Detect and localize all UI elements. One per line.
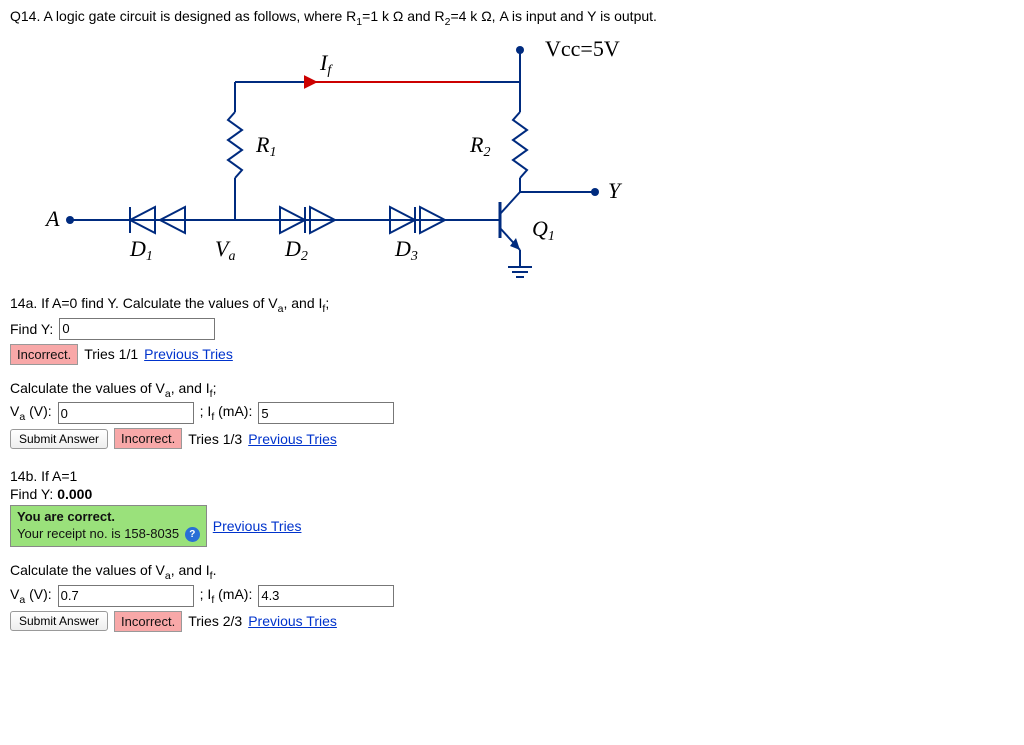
If-label: ; If (mA):: [200, 586, 253, 606]
part-a-submit-row: Submit Answer Incorrect. Tries 1/3 Previ…: [10, 427, 1014, 450]
incorrect-badge: Incorrect.: [114, 611, 182, 632]
findY-label: Find Y:: [10, 486, 53, 502]
part-b-heading: 14b. If A=1: [10, 468, 1014, 484]
previous-tries-link[interactable]: Previous Tries: [144, 346, 233, 362]
question-text: Q14. A logic gate circuit is designed as…: [10, 8, 1014, 28]
incorrect-badge: Incorrect.: [10, 344, 78, 365]
label-Q1: Q1: [532, 216, 555, 244]
circuit-diagram: Vcc=5V If R1 R2 Y Q1 A D1 Va: [10, 32, 1014, 285]
part-b-calc-row: Va (V): ; If (mA):: [10, 584, 1014, 608]
part-a-calc-row: Va (V): ; If (mA):: [10, 401, 1014, 425]
part-b-Va-input[interactable]: [58, 585, 194, 607]
label-R2: R2: [469, 132, 490, 160]
part-a-calc-heading: Calculate the values of Va, and If;: [10, 380, 1014, 400]
label-If: If: [319, 50, 333, 78]
label-D2: D2: [284, 236, 308, 264]
submit-button[interactable]: Submit Answer: [10, 429, 108, 449]
findY-label: Find Y:: [10, 321, 53, 337]
part-a-heading: 14a. If A=0 find Y. Calculate the values…: [10, 295, 1014, 315]
part-b-submit-row: Submit Answer Incorrect. Tries 2/3 Previ…: [10, 610, 1014, 633]
circuit-svg: Vcc=5V If R1 R2 Y Q1 A D1 Va: [10, 32, 650, 282]
label-Va: Va: [215, 236, 235, 264]
label-D1: D1: [129, 236, 153, 264]
part-14a: 14a. If A=0 find Y. Calculate the values…: [10, 295, 1014, 451]
part-b-correct-row: You are correct. Your receipt no. is 158…: [10, 504, 1014, 548]
submit-button[interactable]: Submit Answer: [10, 611, 108, 631]
label-R1: R1: [255, 132, 276, 160]
tries-text: Tries 1/1: [84, 346, 138, 362]
help-icon[interactable]: ?: [185, 527, 200, 542]
part-b-If-input[interactable]: [258, 585, 394, 607]
previous-tries-link[interactable]: Previous Tries: [248, 613, 337, 629]
previous-tries-link[interactable]: Previous Tries: [248, 431, 337, 447]
part-a-Va-input[interactable]: [58, 402, 194, 424]
previous-tries-link[interactable]: Previous Tries: [213, 518, 302, 534]
part-a-feedback-1: Incorrect. Tries 1/1 Previous Tries: [10, 343, 1014, 366]
label-vcc: Vcc=5V: [545, 36, 620, 61]
tries-text: Tries 1/3: [188, 431, 242, 447]
findY-value: 0.000: [57, 486, 92, 502]
Va-label: Va (V):: [10, 586, 52, 606]
incorrect-badge: Incorrect.: [114, 428, 182, 449]
tries-text: Tries 2/3: [188, 613, 242, 629]
label-D3: D3: [394, 236, 418, 264]
Va-label: Va (V):: [10, 403, 52, 423]
part-a-If-input[interactable]: [258, 402, 394, 424]
part-a-findY-input[interactable]: [59, 318, 215, 340]
label-Y: Y: [608, 178, 623, 203]
part-a-findY-row: Find Y:: [10, 317, 1014, 341]
part-b-findY-row: Find Y: 0.000: [10, 486, 1014, 502]
part-b-calc-heading: Calculate the values of Va, and If.: [10, 562, 1014, 582]
q-prefix: Q14. A logic gate circuit is designed as…: [10, 8, 356, 24]
correct-badge: You are correct. Your receipt no. is 158…: [10, 505, 207, 547]
label-A: A: [44, 206, 60, 231]
If-label: ; If (mA):: [200, 403, 253, 423]
part-14b: 14b. If A=1 Find Y: 0.000 You are correc…: [10, 468, 1014, 633]
